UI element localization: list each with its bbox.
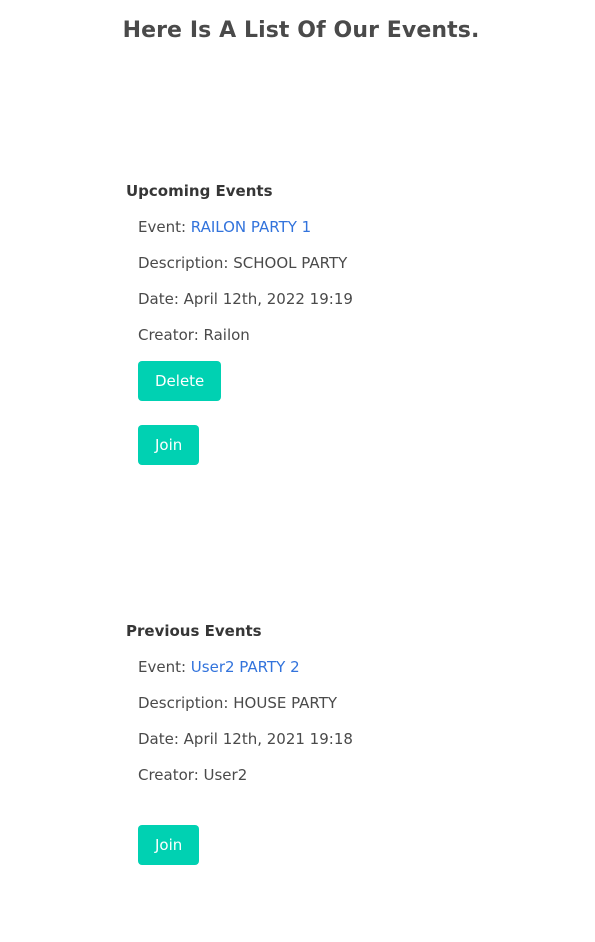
- event-creator: Creator: User2: [138, 766, 248, 784]
- event-label: Event:: [138, 218, 191, 236]
- event-label: Event:: [138, 658, 191, 676]
- previous-events-section: Previous Events Event: User2 PARTY 2 Des…: [126, 621, 546, 865]
- event-creator: Creator: Railon: [138, 326, 250, 344]
- event-card: Event: User2 PARTY 2 Description: HOUSE …: [138, 657, 546, 865]
- event-name-row: Event: User2 PARTY 2: [138, 657, 546, 677]
- upcoming-events-section: Upcoming Events Event: RAILON PARTY 1 De…: [126, 181, 546, 465]
- upcoming-events-heading: Upcoming Events: [126, 182, 273, 200]
- event-name-link[interactable]: User2 PARTY 2: [191, 658, 300, 676]
- event-name-row: Event: RAILON PARTY 1: [138, 217, 546, 237]
- event-description: Description: SCHOOL PARTY: [138, 254, 348, 272]
- event-date: Date: April 12th, 2021 19:18: [138, 730, 353, 748]
- event-description: Description: HOUSE PARTY: [138, 694, 338, 712]
- event-name-link[interactable]: RAILON PARTY 1: [191, 218, 311, 236]
- join-button[interactable]: Join: [138, 825, 200, 865]
- delete-button[interactable]: Delete: [138, 361, 222, 401]
- previous-events-heading: Previous Events: [126, 622, 262, 640]
- event-card: Event: RAILON PARTY 1 Description: SCHOO…: [138, 217, 546, 465]
- event-date: Date: April 12th, 2022 19:19: [138, 290, 353, 308]
- join-button[interactable]: Join: [138, 425, 200, 465]
- page-title: Here Is A List Of Our Events.: [122, 18, 480, 43]
